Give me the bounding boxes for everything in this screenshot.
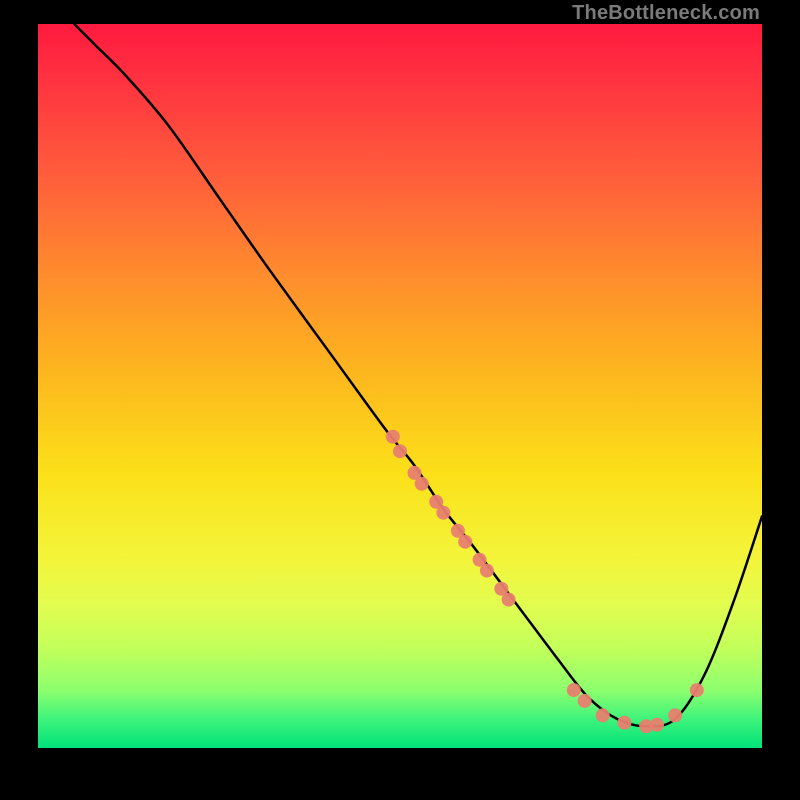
chart-overlay-svg	[38, 24, 762, 748]
curve-marker	[436, 506, 450, 520]
watermark-text: TheBottleneck.com	[572, 2, 760, 25]
chart-canvas	[38, 24, 762, 748]
bottleneck-curve	[74, 24, 762, 726]
curve-marker	[458, 535, 472, 549]
curve-marker	[480, 564, 494, 578]
curve-marker	[617, 716, 631, 730]
curve-marker	[650, 718, 664, 732]
curve-marker	[578, 694, 592, 708]
curve-marker	[386, 430, 400, 444]
curve-marker	[690, 683, 704, 697]
curve-marker	[393, 444, 407, 458]
curve-marker	[415, 477, 429, 491]
curve-marker	[596, 708, 610, 722]
curve-marker	[567, 683, 581, 697]
curve-marker	[668, 708, 682, 722]
curve-markers	[386, 430, 704, 734]
curve-marker	[502, 593, 516, 607]
